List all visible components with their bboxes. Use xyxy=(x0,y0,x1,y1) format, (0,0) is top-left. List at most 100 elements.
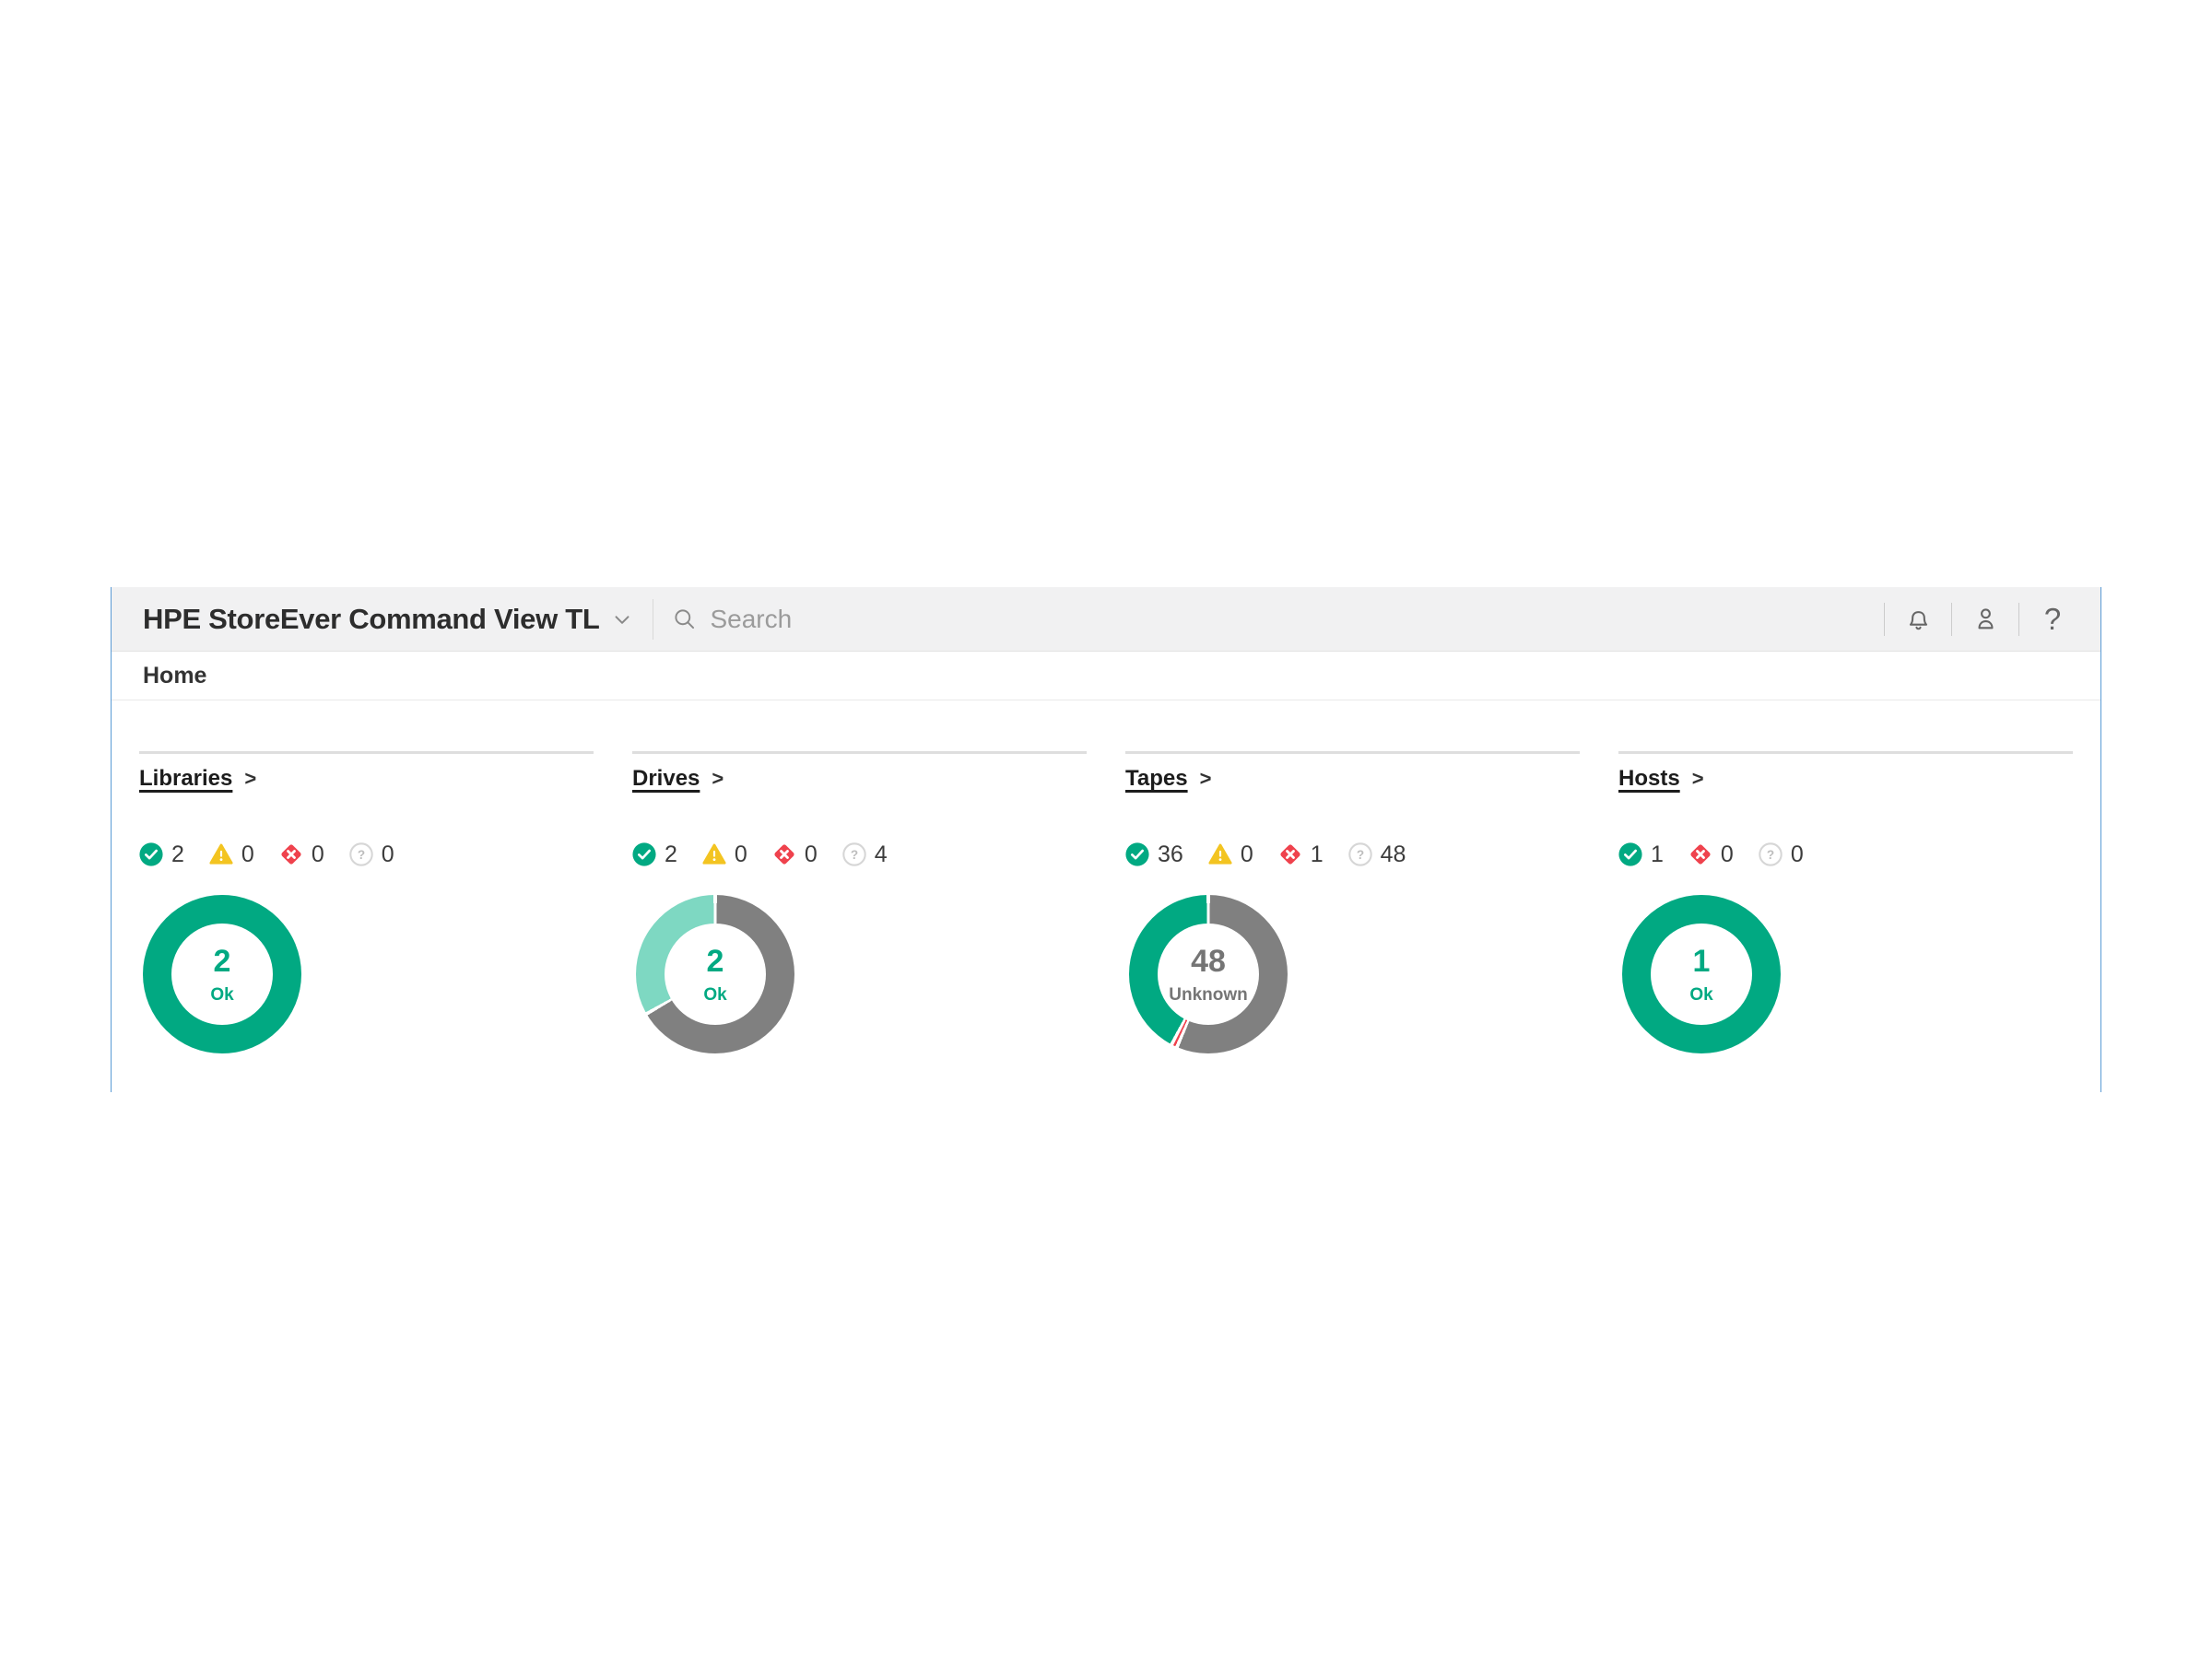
donut-center-label: Unknown xyxy=(1169,984,1248,1005)
critical-diamond-icon xyxy=(1280,844,1300,865)
status-row: 36 0 1? 48 xyxy=(1125,841,1580,868)
search-input[interactable] xyxy=(708,603,1192,635)
status-item-critical: 0 xyxy=(1688,841,1734,868)
status-item-ok: 1 xyxy=(1618,841,1664,868)
bell-icon xyxy=(1909,611,1927,630)
status-count: 2 xyxy=(171,841,184,867)
donut-center-value: 1 xyxy=(1692,943,1711,979)
status-count: 0 xyxy=(804,841,818,867)
status-item-ok: 2 xyxy=(139,841,184,868)
status-item-unknown: ? 4 xyxy=(841,841,888,868)
status-count: 1 xyxy=(1310,841,1324,867)
status-count: 0 xyxy=(1790,841,1804,867)
search-icon xyxy=(675,609,695,629)
top-bar: HPE StoreEver Command View TL ? xyxy=(112,587,2100,652)
help-button[interactable]: ? xyxy=(2019,588,2086,651)
svg-text:?: ? xyxy=(851,848,858,862)
status-item-warning: 0 xyxy=(702,841,747,868)
status-count: 48 xyxy=(1380,841,1406,867)
desktop-background: HPE StoreEver Command View TL ? xyxy=(0,0,2212,1659)
status-row: 2 0 0? 4 xyxy=(632,841,1087,868)
header-actions: ? xyxy=(1884,588,2086,651)
search-box xyxy=(672,603,1884,635)
libraries-donut-chart: 2 Ok xyxy=(143,895,301,1053)
chevron-right-icon[interactable]: > xyxy=(1200,767,1212,791)
donut-center-value: 48 xyxy=(1191,943,1226,979)
card-tapes: Tapes > 36 0 1? 48 48 Unknown xyxy=(1125,751,1580,1053)
app-window: HPE StoreEver Command View TL ? xyxy=(111,587,2101,1092)
critical-diamond-icon xyxy=(281,844,301,865)
card-top-rule xyxy=(139,751,594,754)
critical-diamond-icon xyxy=(1690,844,1711,865)
donut-center-label: Ok xyxy=(1689,984,1713,1005)
notifications-button[interactable] xyxy=(1885,588,1951,651)
card-header: Tapes > xyxy=(1125,763,1580,794)
donut-center-value: 2 xyxy=(213,943,231,979)
status-count: 36 xyxy=(1158,841,1183,867)
chevron-right-icon[interactable]: > xyxy=(1692,767,1704,791)
svg-text:?: ? xyxy=(1356,848,1363,862)
help-icon: ? xyxy=(2043,601,2062,636)
critical-diamond-icon xyxy=(774,844,794,865)
card-top-rule xyxy=(1618,751,2073,754)
status-row: 1 0? 0 xyxy=(1618,841,2073,868)
card-header: Drives > xyxy=(632,763,1087,794)
status-item-warning: 0 xyxy=(209,841,254,868)
chevron-right-icon[interactable]: > xyxy=(244,767,256,791)
status-count: 1 xyxy=(1651,841,1664,867)
libraries-link[interactable]: Libraries xyxy=(139,766,232,792)
status-count: 0 xyxy=(311,841,324,867)
status-item-unknown: ? 48 xyxy=(1347,841,1406,868)
check-circle-icon xyxy=(1125,842,1149,866)
user-button[interactable] xyxy=(1952,588,2018,651)
status-item-critical: 0 xyxy=(279,841,324,868)
unknown-circle-icon: ? xyxy=(1759,842,1783,866)
check-circle-icon xyxy=(139,842,163,866)
app-title-menu[interactable]: HPE StoreEver Command View TL xyxy=(143,603,634,636)
status-item-ok: 36 xyxy=(1125,841,1183,868)
donut-center: 2 Ok xyxy=(171,924,273,1025)
unknown-circle-icon: ? xyxy=(841,842,866,866)
card-header: Hosts > xyxy=(1618,763,2073,794)
card-drives: Drives > 2 0 0? 4 2 Ok xyxy=(632,751,1087,1053)
tapes-link[interactable]: Tapes xyxy=(1125,766,1188,792)
card-hosts: Hosts > 1 0? 0 1 Ok xyxy=(1618,751,2073,1053)
check-circle-icon xyxy=(632,842,656,866)
donut-center: 2 Ok xyxy=(665,924,766,1025)
hosts-link[interactable]: Hosts xyxy=(1618,766,1680,792)
unknown-circle-icon: ? xyxy=(348,842,373,866)
page-title: HPE StoreEver Command View TL xyxy=(143,602,600,635)
donut-center-label: Ok xyxy=(210,984,234,1005)
svg-text:?: ? xyxy=(358,848,365,862)
donut-center: 48 Unknown xyxy=(1158,924,1259,1025)
status-item-warning: 0 xyxy=(1208,841,1253,868)
warning-triangle-icon xyxy=(1208,843,1232,865)
check-circle-icon xyxy=(1618,842,1642,866)
donut-center: 1 Ok xyxy=(1651,924,1752,1025)
status-count: 0 xyxy=(1240,841,1253,867)
breadcrumb-bar: Home xyxy=(112,652,2100,700)
card-header: Libraries > xyxy=(139,763,594,794)
unknown-circle-icon: ? xyxy=(1347,842,1372,866)
tapes-donut-chart: 48 Unknown xyxy=(1129,895,1288,1053)
status-row: 2 0 0? 0 xyxy=(139,841,594,868)
chevron-down-icon xyxy=(616,615,629,624)
chevron-right-icon[interactable]: > xyxy=(712,767,724,791)
status-item-critical: 1 xyxy=(1278,841,1324,868)
status-item-ok: 2 xyxy=(632,841,677,868)
status-count: 2 xyxy=(665,841,677,867)
dashboard-cards: Libraries > 2 0 0? 0 2 Ok Drives > 2 0 0? 4 xyxy=(112,700,2100,1053)
warning-triangle-icon xyxy=(702,843,726,865)
svg-text:?: ? xyxy=(1767,848,1774,862)
status-item-unknown: ? 0 xyxy=(348,841,394,868)
card-top-rule xyxy=(1125,751,1580,754)
card-top-rule xyxy=(632,751,1087,754)
status-count: 0 xyxy=(381,841,394,867)
status-count: 0 xyxy=(241,841,254,867)
drives-link[interactable]: Drives xyxy=(632,766,700,792)
donut-center-value: 2 xyxy=(706,943,724,979)
status-count: 4 xyxy=(874,841,888,867)
status-count: 0 xyxy=(1720,841,1734,867)
status-item-critical: 0 xyxy=(772,841,818,868)
breadcrumb: Home xyxy=(143,662,207,688)
